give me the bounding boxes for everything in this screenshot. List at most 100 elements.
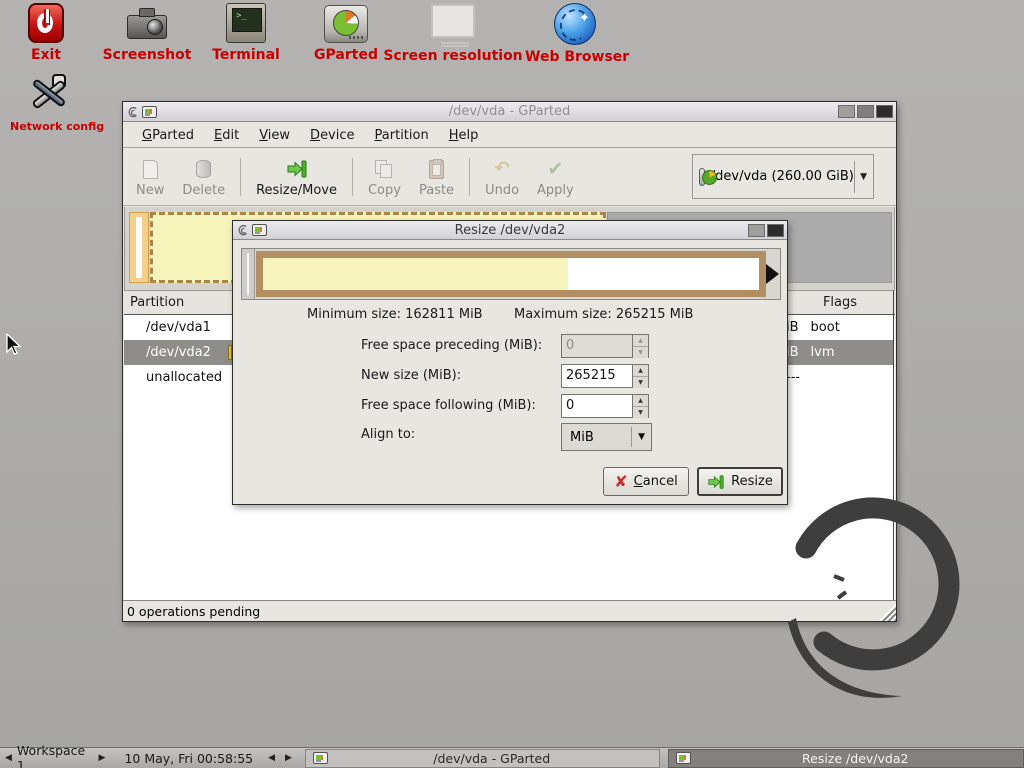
column-header-flags[interactable]: Flags: [786, 291, 893, 314]
desktop-icon-terminal[interactable]: >_ Terminal: [208, 3, 284, 63]
cancel-x-icon: ✘: [614, 474, 627, 490]
gparted-window-icon: [142, 106, 157, 118]
desktop-icon-label: Terminal: [208, 47, 284, 63]
chevron-down-icon: ▼: [860, 172, 867, 182]
window-title: /dev/vda - GParted: [123, 104, 896, 119]
undo-icon: ↶: [495, 158, 510, 180]
desktop-icon-label: GParted: [312, 47, 380, 63]
align-to-label: Align to:: [361, 423, 415, 447]
copy-icon: [375, 158, 393, 180]
gparted-window-icon: [313, 752, 328, 764]
free-space-following-label: Free space following (MiB):: [361, 394, 536, 418]
desktop-icon-gparted[interactable]: GParted: [312, 5, 380, 63]
close-button[interactable]: [876, 105, 893, 118]
new-button: New: [127, 152, 173, 202]
toolbar: New Delete Resize/Move Copy Paste ↶ Undo: [123, 149, 896, 206]
minimum-size-label: Minimum size: 162811 MiB: [307, 307, 483, 322]
paste-button: Paste: [410, 152, 463, 202]
spin-up-icon[interactable]: ▲: [633, 395, 648, 407]
workspace-prev-icon[interactable]: ◀: [0, 753, 17, 763]
menu-partition[interactable]: Partition: [366, 125, 438, 146]
status-text: 0 operations pending: [127, 604, 260, 619]
tasklist-next-icon[interactable]: ▶: [280, 753, 297, 763]
desktop-icon-exit[interactable]: Exit: [17, 3, 75, 63]
new-partition-icon: [143, 158, 158, 180]
desktop-icon-label: Screenshot: [102, 47, 192, 63]
align-to-dropdown[interactable]: MiB ▼: [561, 423, 652, 451]
task-button-resize-dialog[interactable]: Resize /dev/vda2: [668, 749, 1024, 768]
monitor-icon: [431, 4, 475, 38]
partition-bar-vda1[interactable]: [129, 212, 149, 283]
toolbar-separator: [469, 158, 470, 196]
resize-button[interactable]: Resize: [697, 467, 783, 496]
tools-icon: [26, 72, 70, 116]
toolbar-separator: [240, 158, 241, 196]
used-space-bar: [263, 258, 568, 290]
free-space-preceding-label: Free space preceding (MiB):: [361, 334, 542, 358]
chevron-down-icon: ▼: [632, 432, 651, 442]
undo-button: ↶ Undo: [476, 152, 528, 202]
apply-button: ✔ Apply: [528, 152, 583, 202]
right-resize-handle[interactable]: [766, 264, 779, 284]
terminal-icon: >_: [226, 3, 266, 43]
taskbar: ◀ Workspace 1 ▶ 10 May, Fri 00:58:55 ◀ ▶…: [0, 747, 1024, 768]
menu-help[interactable]: Help: [440, 125, 488, 146]
dialog-title: Resize /dev/vda2: [233, 223, 787, 238]
resize-move-button[interactable]: Resize/Move: [247, 152, 346, 202]
delete-button: Delete: [173, 152, 234, 202]
task-button-gparted[interactable]: /dev/vda - GParted: [305, 749, 661, 768]
debian-swirl-icon: [126, 105, 139, 119]
device-selector-value: /dev/vda (260.00 GiB): [711, 169, 854, 184]
spin-down-icon[interactable]: ▼: [633, 407, 648, 418]
desktop-icon-network-config[interactable]: Network config: [10, 72, 86, 133]
maximum-size-label: Maximum size: 265215 MiB: [514, 307, 693, 322]
desktop-icon-screen-resolution[interactable]: Screen resolution: [383, 4, 523, 64]
main-titlebar[interactable]: /dev/vda - GParted: [123, 102, 896, 122]
toolbar-separator: [352, 158, 353, 196]
copy-button: Copy: [359, 152, 410, 202]
camera-icon: [125, 3, 169, 43]
menu-gparted[interactable]: GParted: [133, 125, 203, 146]
dialog-titlebar[interactable]: Resize /dev/vda2: [233, 221, 787, 240]
debian-swirl-icon: [236, 223, 249, 237]
desktop-icon-web-browser[interactable]: ✦ Web Browser: [525, 3, 625, 65]
new-size-label: New size (MiB):: [361, 364, 461, 388]
spin-up-icon: ▲: [633, 335, 648, 347]
left-resize-handle[interactable]: [242, 249, 255, 299]
gparted-window-icon: [252, 224, 267, 236]
device-selector[interactable]: /dev/vda (260.00 GiB) ▼: [692, 154, 874, 199]
menubar: GParted Edit View Device Partition Help: [123, 123, 896, 148]
resize-arrow-icon: [707, 474, 725, 490]
close-button[interactable]: [767, 224, 784, 237]
desktop-icon-screenshot[interactable]: Screenshot: [102, 3, 192, 63]
apply-icon: ✔: [547, 158, 563, 180]
spin-down-icon: ▼: [633, 347, 648, 358]
maximize-button[interactable]: [857, 105, 874, 118]
debian-swirl-watermark: [760, 470, 990, 720]
delete-icon: [196, 158, 211, 180]
spin-up-icon[interactable]: ▲: [633, 365, 648, 377]
cancel-button[interactable]: ✘ Cancel: [603, 467, 689, 496]
desktop-icon-label: Exit: [17, 47, 75, 63]
partition-size-bar: [256, 251, 766, 297]
menu-edit[interactable]: Edit: [205, 125, 248, 146]
free-space-preceding-spinner: 0 ▲▼: [561, 334, 649, 358]
globe-icon: ✦: [554, 3, 596, 45]
spin-down-icon[interactable]: ▼: [633, 377, 648, 388]
new-size-spinner[interactable]: 265215 ▲▼: [561, 364, 649, 388]
gparted-disk-icon: [324, 5, 368, 43]
minimize-button[interactable]: [838, 105, 855, 118]
resize-move-icon: [286, 158, 308, 180]
clock: 10 May, Fri 00:58:55: [124, 751, 253, 766]
desktop-icon-label: Screen resolution: [383, 48, 523, 64]
menu-view[interactable]: View: [250, 125, 299, 146]
menu-device[interactable]: Device: [301, 125, 363, 146]
paste-icon: [429, 158, 444, 180]
maximize-button[interactable]: [748, 224, 765, 237]
desktop-icon-label: Network config: [10, 120, 86, 133]
free-space-following-spinner[interactable]: 0 ▲▼: [561, 394, 649, 418]
tasklist-prev-icon[interactable]: ◀: [263, 753, 280, 763]
resize-dialog: Resize /dev/vda2 Minimum size: 162811 Mi…: [232, 220, 788, 505]
mouse-cursor: [6, 333, 22, 356]
workspace-next-icon[interactable]: ▶: [94, 753, 111, 763]
